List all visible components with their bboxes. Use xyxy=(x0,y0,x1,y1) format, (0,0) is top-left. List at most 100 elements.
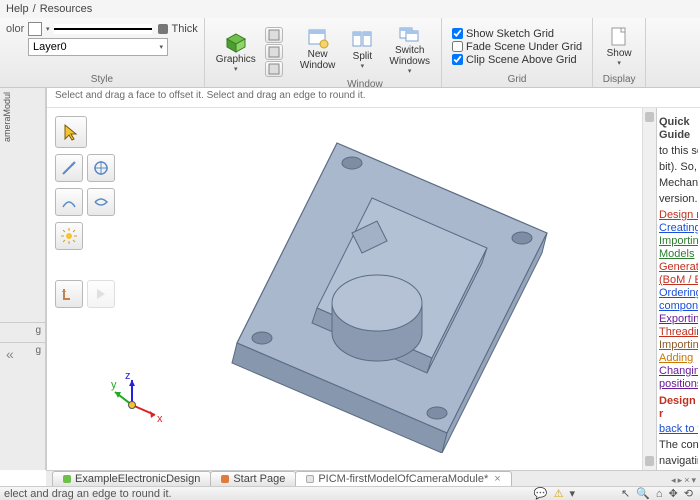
show-sketch-grid-check[interactable]: Show Sketch Grid xyxy=(452,28,582,40)
small-ribbon-btn-1[interactable] xyxy=(265,27,283,43)
tab-start-page[interactable]: Start Page xyxy=(210,471,296,486)
tab-picm-model[interactable]: PICM-firstModelOfCameraModule* × xyxy=(295,471,511,486)
view-triad[interactable]: x y z xyxy=(107,370,167,430)
select-tool[interactable] xyxy=(55,116,87,148)
color-swatch[interactable] xyxy=(28,22,42,36)
pcb-icon xyxy=(63,475,71,483)
guide-link-model[interactable]: Models xyxy=(659,248,698,261)
move-tool[interactable] xyxy=(87,154,115,182)
ribbon-group-display: Display xyxy=(599,73,639,87)
guide-link-import2[interactable]: Importin xyxy=(659,339,698,352)
fade-under-grid-check[interactable]: Fade Scene Under Grid xyxy=(452,41,582,53)
show-sketch-grid-input[interactable] xyxy=(452,28,463,39)
guide-text: The conti xyxy=(659,439,698,452)
status-pan-icon[interactable]: ✥ xyxy=(669,487,678,500)
guide-link-changing[interactable]: Changing xyxy=(659,365,698,378)
light-tool[interactable] xyxy=(55,222,83,250)
status-warning-icon[interactable]: ⚠ xyxy=(554,487,564,500)
guide-link-importing[interactable]: Importin xyxy=(659,235,698,248)
pull-tool[interactable] xyxy=(55,154,83,182)
split-button[interactable]: Split ▾ xyxy=(342,26,382,73)
status-message-icon[interactable]: 💬 xyxy=(534,487,548,500)
chevron-down-icon: ▾ xyxy=(617,59,621,67)
status-bar: elect and drag an edge to round it. 💬 ⚠ … xyxy=(0,486,700,500)
chevron-down-icon: ▾ xyxy=(234,65,238,73)
tab-label: Start Page xyxy=(233,473,285,485)
left-panel-label: ameraModul xyxy=(0,88,14,146)
guide-back-top[interactable]: back to t xyxy=(659,423,698,436)
combine-tool[interactable] xyxy=(87,188,115,216)
viewport: Select and drag a face to offset it. Sel… xyxy=(46,88,700,470)
model-canvas[interactable]: x y z xyxy=(47,108,642,470)
fade-under-grid-input[interactable] xyxy=(452,41,463,52)
guide-link-export[interactable]: Exportin xyxy=(659,313,698,326)
left-panel-section-1[interactable]: ɡ xyxy=(0,322,45,340)
switch-windows-button[interactable]: Switch Windows ▾ xyxy=(384,20,435,78)
new-window-label: New Window xyxy=(300,49,336,71)
status-hint: elect and drag an edge to round it. xyxy=(4,488,172,500)
status-home-icon[interactable]: ⌂ xyxy=(656,488,663,500)
split-icon xyxy=(351,29,373,51)
show-label: Show xyxy=(607,48,632,59)
close-tab-icon[interactable]: × xyxy=(494,473,500,485)
tab-menu-icon[interactable]: ▾ xyxy=(691,475,696,486)
tab-next-icon[interactable]: ▸ xyxy=(678,475,683,486)
guide-link-design[interactable]: Design r xyxy=(659,209,698,222)
fill-tool[interactable] xyxy=(55,188,83,216)
status-cursor-icon[interactable]: ↖ xyxy=(621,487,630,500)
tab-close-all-icon[interactable]: × xyxy=(684,475,689,486)
status-dropdown-icon[interactable]: ▾ xyxy=(569,487,575,500)
scroll-down-icon[interactable] xyxy=(645,456,654,466)
guide-link-thread[interactable]: Threadin xyxy=(659,326,698,339)
prev-tool[interactable] xyxy=(55,280,83,308)
small-ribbon-btn-3[interactable] xyxy=(265,61,283,77)
left-panel: ameraModul ɡ ɡ « xyxy=(0,88,46,470)
ribbon: olor ▾ Thick Layer0 ▾ Style xyxy=(0,18,700,88)
guide-link-bom[interactable]: (BoM / E xyxy=(659,274,698,287)
guide-link-ordering[interactable]: Ordering xyxy=(659,287,698,300)
guide-link-adding[interactable]: Adding xyxy=(659,352,698,365)
tab-prev-icon[interactable]: ◂ xyxy=(671,475,676,486)
clip-above-grid-input[interactable] xyxy=(452,54,463,65)
document-tabs: ExampleElectronicDesign Start Page PICM-… xyxy=(46,470,700,486)
layer-dropdown-icon: ▾ xyxy=(159,43,163,51)
color-dropdown-icon[interactable]: ▾ xyxy=(46,25,50,33)
menu-resources[interactable]: Resources xyxy=(40,3,93,15)
small-ribbon-btn-2[interactable] xyxy=(265,44,283,60)
vertical-scrollbar[interactable] xyxy=(642,108,656,470)
show-display-button[interactable]: Show ▾ xyxy=(599,23,639,70)
grid-options: Show Sketch Grid Fade Scene Under Grid C… xyxy=(448,28,586,66)
guide-link-creating[interactable]: Creating xyxy=(659,222,698,235)
guide-link-positions[interactable]: positions xyxy=(659,378,698,391)
new-window-button[interactable]: New Window xyxy=(295,24,341,74)
guide-link-compon[interactable]: compon xyxy=(659,300,698,313)
model-render xyxy=(177,113,607,453)
toolbox xyxy=(55,116,115,308)
status-spin-icon[interactable]: ⟲ xyxy=(684,487,693,500)
quick-guide-panel: Quick Guide to this so bit). So, Mechani… xyxy=(656,108,700,470)
guide-text: to this so xyxy=(659,145,698,158)
menu-help[interactable]: Help xyxy=(6,3,29,15)
tab-controls: ◂ ▸ × ▾ xyxy=(671,475,700,486)
chevron-down-icon: ▾ xyxy=(408,67,412,75)
guide-link-generate[interactable]: Generat xyxy=(659,261,698,274)
guide-text: version. xyxy=(659,193,698,206)
tab-label: PICM-firstModelOfCameraModule* xyxy=(318,473,488,485)
cube-icon xyxy=(225,32,247,54)
clip-above-grid-check[interactable]: Clip Scene Above Grid xyxy=(452,54,582,66)
next-tool[interactable] xyxy=(87,280,115,308)
line-weight-slider[interactable] xyxy=(54,24,168,34)
guide-heading-2: Design r xyxy=(659,395,698,421)
guide-text: Mechanic xyxy=(659,177,698,190)
collapse-icon[interactable]: « xyxy=(6,346,14,362)
scroll-up-icon[interactable] xyxy=(645,112,654,122)
guide-text: bit). So, xyxy=(659,161,698,174)
tab-example-design[interactable]: ExampleElectronicDesign xyxy=(52,471,211,486)
hint-bar: Select and drag a face to offset it. Sel… xyxy=(47,88,700,108)
layer-select[interactable]: Layer0 ▾ xyxy=(28,38,168,56)
status-zoom-icon[interactable]: 🔍 xyxy=(636,487,650,500)
switch-windows-icon xyxy=(399,23,421,45)
graphics-button[interactable]: Graphics ▾ xyxy=(211,29,261,76)
ribbon-group-style: Style xyxy=(6,73,198,87)
graphics-label: Graphics xyxy=(216,54,256,65)
